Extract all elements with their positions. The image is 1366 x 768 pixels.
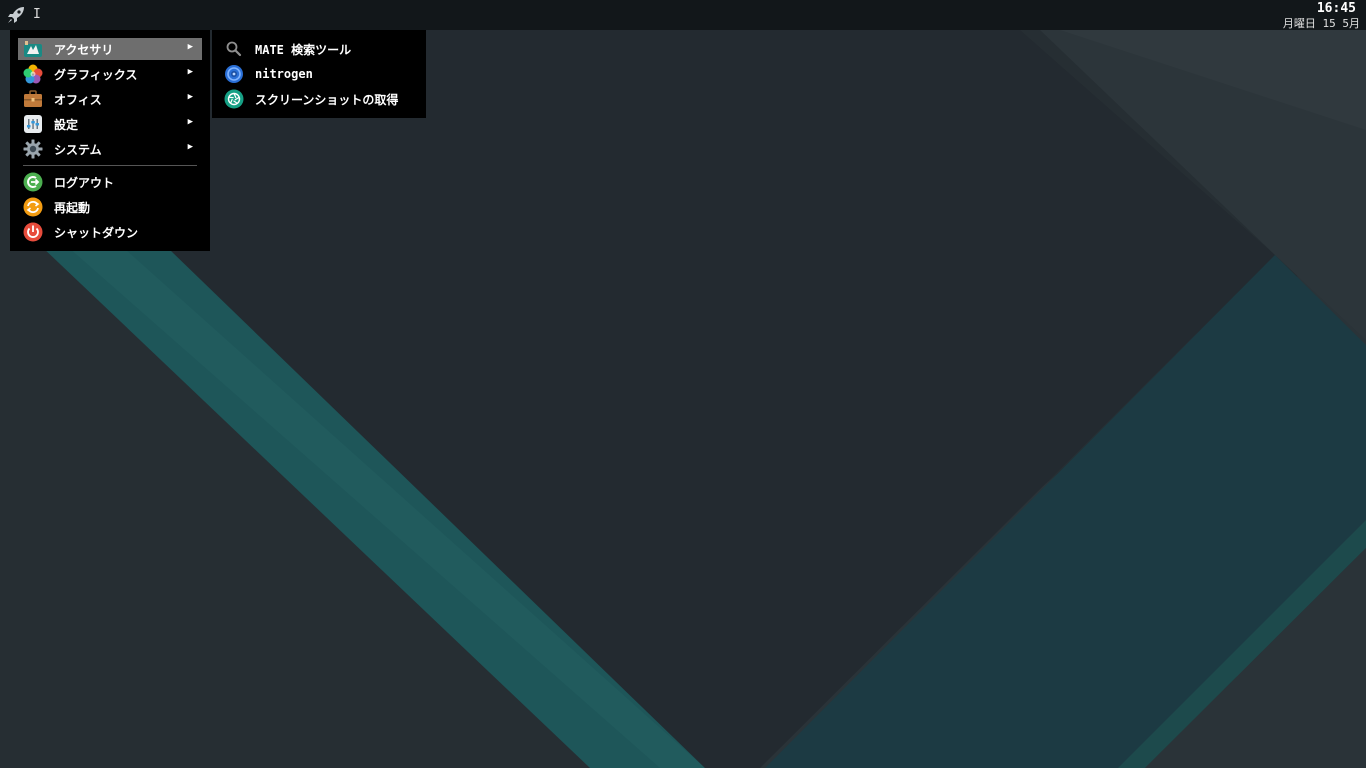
menu-item-label: シャットダウン [54,225,139,240]
menu-item-label: 設定 [54,117,79,132]
submenu-arrow-icon: ▶ [187,42,193,52]
menu-item-logout[interactable]: ログアウト [18,171,202,193]
menu-item-label: システム [54,142,102,157]
shutdown-icon [23,222,43,242]
accessories-icon [23,39,43,59]
menu-item-accessories[interactable]: アクセサリ ▶ [18,38,202,60]
input-method-indicator[interactable]: I [33,7,41,22]
clock-date: 月曜日 15 5月 [1282,17,1360,30]
submenu-arrow-icon: ▶ [187,117,193,127]
rocket-icon [8,7,24,23]
screenshot-icon [224,89,244,109]
accessories-submenu: MATE 検索ツール nitrogen スクリーンショットの取得 [212,30,426,118]
menu-item-label: オフィス [54,92,102,107]
menu-item-settings[interactable]: 設定 ▶ [18,113,202,135]
menu-item-label: 再起動 [54,200,91,215]
desktop: I 16:45 月曜日 15 5月 アクセサリ ▶ グラフィックス ▶ オフィス… [0,0,1366,768]
nitrogen-icon [224,64,244,84]
launcher-button[interactable] [4,3,28,27]
settings-icon [23,114,43,134]
submenu-item-mate-search-tool[interactable]: MATE 検索ツール [220,38,420,60]
search-icon [224,39,244,59]
menu-item-office[interactable]: オフィス ▶ [18,88,202,110]
menu-item-graphics[interactable]: グラフィックス ▶ [18,63,202,85]
submenu-arrow-icon: ▶ [187,142,193,152]
menu-item-label: グラフィックス [54,67,138,82]
submenu-arrow-icon: ▶ [187,92,193,102]
submenu-item-label: nitrogen [255,67,313,81]
menu-item-restart[interactable]: 再起動 [18,196,202,218]
graphics-icon [23,64,43,84]
menu-item-shutdown[interactable]: シャットダウン [18,221,202,243]
clock-time: 16:45 [1316,1,1356,16]
system-gear-icon [23,139,43,159]
submenu-item-label: MATE 検索ツール [255,42,352,57]
submenu-item-screenshot[interactable]: スクリーンショットの取得 [220,88,420,110]
logout-icon [23,172,43,192]
clock[interactable]: 16:45 月曜日 15 5月 [1283,1,1360,31]
top-panel: I 16:45 月曜日 15 5月 [0,0,1366,30]
submenu-arrow-icon: ▶ [187,67,193,77]
menu-separator [23,165,197,166]
office-briefcase-icon [23,89,43,109]
menu-item-label: ログアウト [54,175,115,190]
menu-item-label: アクセサリ [54,42,114,57]
submenu-item-label: スクリーンショットの取得 [255,92,399,107]
main-menu: アクセサリ ▶ グラフィックス ▶ オフィス ▶ 設定 ▶ システム ▶ ログア… [10,30,210,251]
restart-icon [23,197,43,217]
menu-item-system[interactable]: システム ▶ [18,138,202,160]
submenu-item-nitrogen[interactable]: nitrogen [220,63,420,85]
